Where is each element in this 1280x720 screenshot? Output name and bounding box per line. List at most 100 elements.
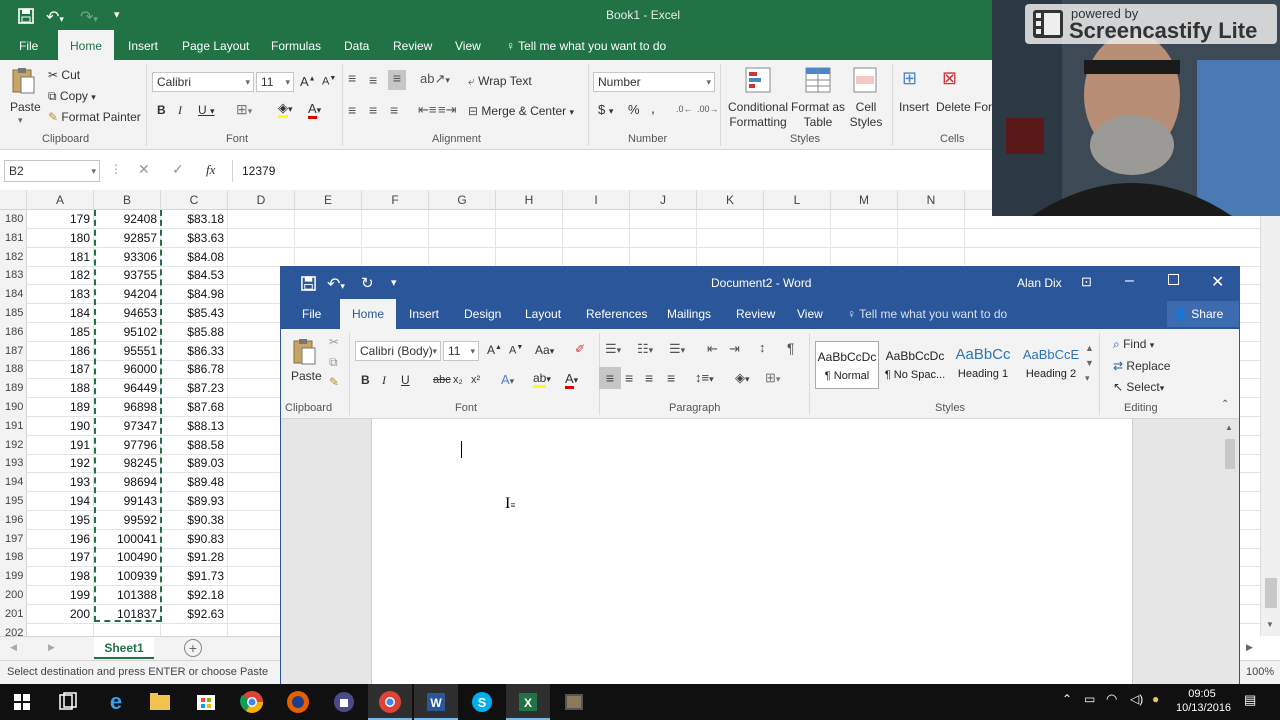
cell-c[interactable]: $84.53: [161, 266, 228, 286]
column-header-e[interactable]: E: [295, 190, 362, 210]
row-header[interactable]: 180: [0, 210, 27, 229]
formula-input[interactable]: 12379: [232, 160, 992, 182]
highlight-icon[interactable]: ab▾: [533, 371, 551, 388]
cell-c[interactable]: $90.83: [161, 529, 228, 549]
currency-icon[interactable]: $ ▾: [598, 102, 613, 117]
word-paste-icon[interactable]: [291, 337, 317, 367]
insert-cells-button[interactable]: Insert: [899, 100, 929, 114]
row-header[interactable]: 200: [0, 586, 27, 605]
cell-styles-icon[interactable]: [852, 66, 878, 94]
cell-c[interactable]: $87.68: [161, 398, 228, 417]
cell-styles-button[interactable]: Cell Styles: [846, 100, 886, 130]
word-tab-review[interactable]: Review: [736, 299, 775, 329]
weather-icon[interactable]: ●: [1152, 692, 1159, 706]
replace-button[interactable]: ⇄ Replace: [1113, 359, 1170, 373]
column-header-c[interactable]: C: [161, 190, 228, 210]
align-left-icon[interactable]: ≡: [348, 102, 356, 118]
cell-empty[interactable]: [362, 228, 429, 248]
line-spacing-icon[interactable]: ↕≡▾: [695, 370, 714, 385]
scroll-right-icon[interactable]: ▶: [1246, 642, 1253, 653]
close-icon[interactable]: ✕: [1211, 272, 1224, 292]
cell-empty[interactable]: [898, 210, 965, 229]
sheet-tab-sheet1[interactable]: Sheet1: [94, 637, 154, 659]
keepass-icon[interactable]: [322, 684, 366, 720]
word-tab-file[interactable]: File: [302, 299, 321, 329]
paste-icon[interactable]: [10, 66, 36, 96]
superscript-icon[interactable]: x²: [471, 374, 480, 386]
excel-taskbar-icon[interactable]: X: [506, 684, 550, 720]
row-header[interactable]: 201: [0, 604, 27, 624]
row-header[interactable]: 190: [0, 398, 27, 417]
word-scroll-thumb[interactable]: [1225, 439, 1235, 469]
cell-empty[interactable]: [228, 210, 295, 229]
zoom-level[interactable]: 100%: [1246, 666, 1274, 678]
column-header-k[interactable]: K: [697, 190, 764, 210]
row-header[interactable]: 196: [0, 510, 27, 530]
word-format-painter-icon[interactable]: ✎: [329, 375, 339, 389]
cell-c[interactable]: $87.23: [161, 379, 228, 399]
cell-a[interactable]: 195: [27, 510, 94, 530]
top-align-icon[interactable]: ≡: [348, 70, 356, 86]
cell-c[interactable]: $89.03: [161, 454, 228, 474]
change-case-icon[interactable]: Aa▾: [535, 343, 554, 357]
cancel-entry-icon[interactable]: ✕: [138, 161, 150, 178]
align-center-icon[interactable]: ≡: [369, 102, 377, 118]
select-all-corner[interactable]: [0, 190, 27, 210]
cell-c[interactable]: $92.63: [161, 604, 228, 624]
maximize-icon[interactable]: [1168, 274, 1179, 285]
cell-empty[interactable]: [764, 228, 831, 248]
find-button[interactable]: ⌕ Find ▾: [1113, 337, 1154, 352]
format-painter-button[interactable]: ✎ Format Painter: [48, 110, 141, 124]
cell-a[interactable]: 187: [27, 360, 94, 380]
minimize-icon[interactable]: –: [1125, 272, 1134, 290]
row-header[interactable]: 183: [0, 266, 27, 286]
cell-empty[interactable]: [496, 247, 563, 267]
scroll-thumb[interactable]: [1265, 578, 1277, 608]
cell-empty[interactable]: [563, 210, 630, 229]
column-header-m[interactable]: M: [831, 190, 898, 210]
column-header-a[interactable]: A: [27, 190, 94, 210]
cell-a[interactable]: 189: [27, 398, 94, 417]
scroll-down-icon[interactable]: ▼: [1266, 620, 1274, 629]
cell-c[interactable]: $90.38: [161, 510, 228, 530]
word-tab-mailings[interactable]: Mailings: [667, 299, 711, 329]
cell-empty[interactable]: [898, 247, 965, 267]
row-header[interactable]: 192: [0, 435, 27, 455]
collapse-ribbon-icon[interactable]: ⌃: [1221, 399, 1229, 410]
row-header[interactable]: 184: [0, 285, 27, 305]
number-format-combo[interactable]: Number: [593, 72, 715, 92]
row-header[interactable]: 189: [0, 379, 27, 399]
undo-icon[interactable]: ↶▾: [46, 7, 64, 27]
multilevel-list-icon[interactable]: ☰▾: [669, 341, 685, 357]
word-tab-references[interactable]: References: [586, 299, 647, 329]
word-customize-qat-icon[interactable]: ▾: [391, 276, 397, 289]
tab-formulas[interactable]: Formulas: [271, 30, 321, 60]
customize-qat-icon[interactable]: ▾: [114, 8, 120, 21]
align-right-icon[interactable]: ≡: [390, 102, 398, 118]
select-button[interactable]: ↖ Select▾: [1113, 380, 1164, 394]
column-header-n[interactable]: N: [898, 190, 965, 210]
style-normal[interactable]: AaBbCcDc ¶ Normal: [815, 341, 879, 389]
enter-check-icon[interactable]: ✓: [172, 161, 184, 178]
font-size-combo[interactable]: 11: [256, 72, 294, 92]
tab-home[interactable]: Home: [58, 30, 115, 60]
word-paste-button[interactable]: Paste: [291, 369, 322, 383]
cell-empty[interactable]: [362, 247, 429, 267]
cell-empty[interactable]: [831, 228, 898, 248]
cell-empty[interactable]: [764, 247, 831, 267]
save-icon[interactable]: [18, 8, 34, 24]
cell-empty[interactable]: [429, 228, 496, 248]
cell-c[interactable]: $86.33: [161, 341, 228, 361]
style-heading-1[interactable]: AaBbCc Heading 1: [951, 341, 1015, 389]
shrink-font-icon[interactable]: A▼: [322, 75, 336, 88]
font-name-combo[interactable]: Calibri: [152, 72, 254, 92]
row-header[interactable]: 187: [0, 341, 27, 361]
word-undo-icon[interactable]: ↶▾: [327, 274, 345, 294]
shading-icon[interactable]: ◈▾: [735, 370, 750, 386]
cell-empty[interactable]: [764, 210, 831, 229]
conditional-formatting-icon[interactable]: [744, 66, 772, 94]
cell-empty[interactable]: [898, 228, 965, 248]
cell-c[interactable]: $89.93: [161, 492, 228, 511]
cell-a[interactable]: 179: [27, 210, 94, 229]
tell-me-search[interactable]: ♀ Tell me what you want to do: [506, 30, 666, 60]
